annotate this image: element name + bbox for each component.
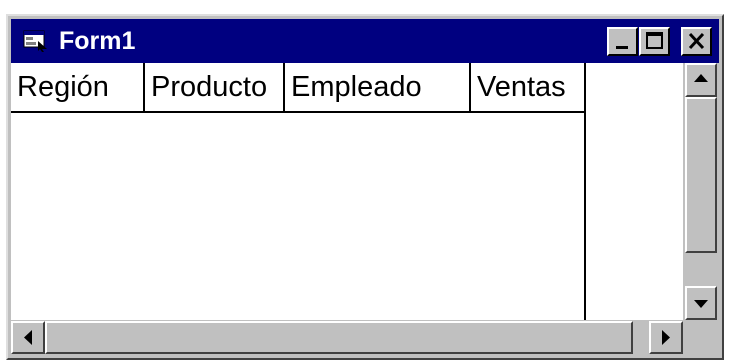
column-header-ventas[interactable]: Ventas (471, 63, 586, 113)
grid-boundary-line (584, 63, 586, 320)
scrollbar-corner (683, 320, 719, 355)
form1-window: Form1 Región Producto Empleado Ventas (6, 14, 724, 360)
title-bar[interactable]: Form1 (11, 19, 719, 63)
column-header-empleado[interactable]: Empleado (285, 63, 471, 113)
maximize-button[interactable] (639, 27, 670, 56)
scroll-left-button[interactable] (11, 321, 45, 354)
close-button[interactable] (681, 27, 712, 56)
scroll-right-button[interactable] (649, 321, 683, 354)
vertical-scroll-thumb[interactable] (685, 97, 717, 253)
column-header-region[interactable]: Región (11, 63, 145, 113)
form-window-icon[interactable] (23, 29, 49, 53)
minimize-button[interactable] (607, 27, 638, 56)
data-grid[interactable]: Región Producto Empleado Ventas (11, 63, 719, 355)
horizontal-scrollbar[interactable] (11, 320, 683, 355)
vertical-scrollbar[interactable] (683, 63, 719, 320)
scroll-down-button[interactable] (685, 286, 717, 320)
horizontal-scroll-thumb[interactable] (45, 321, 633, 354)
scroll-up-button[interactable] (685, 63, 717, 97)
window-title: Form1 (59, 27, 136, 55)
column-header-producto[interactable]: Producto (145, 63, 285, 113)
